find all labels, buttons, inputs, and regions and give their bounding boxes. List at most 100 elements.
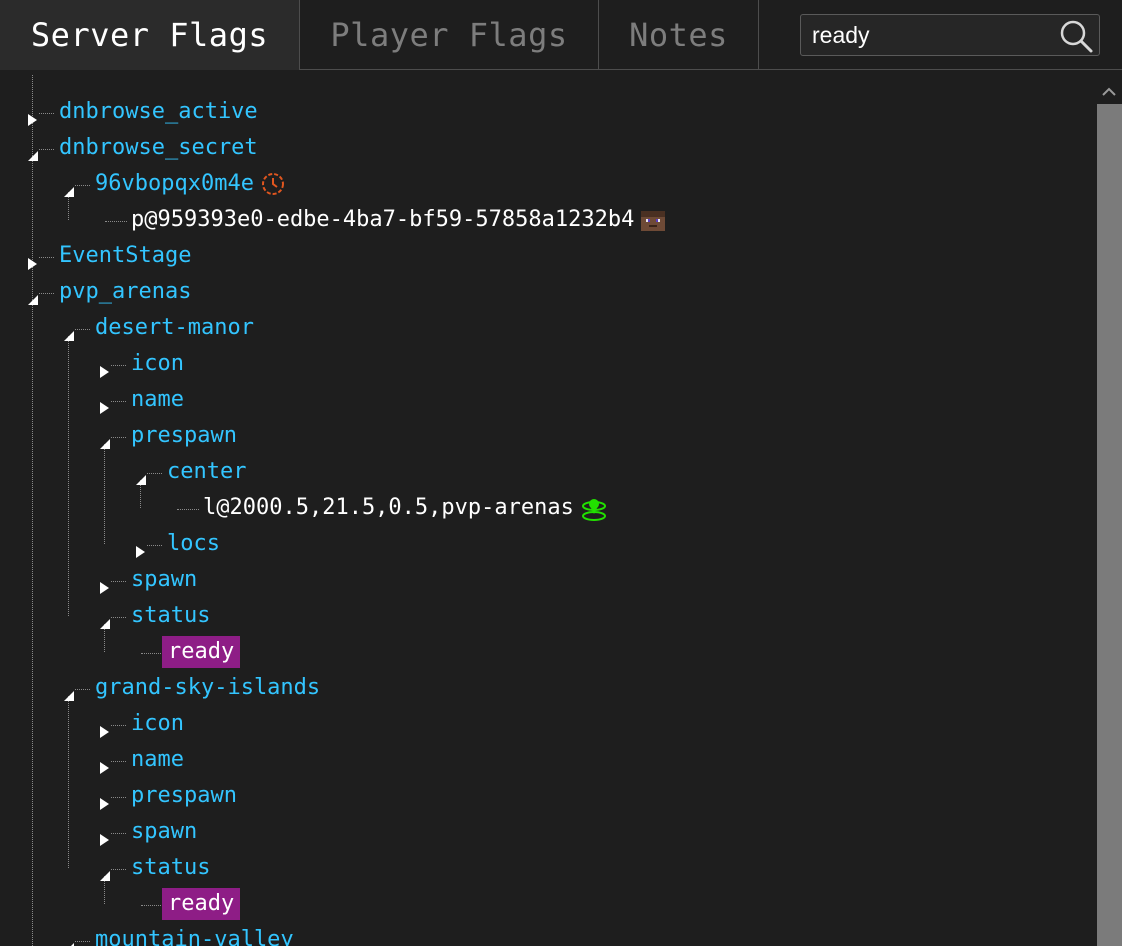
flag-key-label[interactable]: mountain-valley [95, 922, 294, 946]
collapsed-triangle-icon [28, 114, 37, 126]
flag-key-label[interactable]: 96vbopqx0m4e [95, 166, 254, 202]
tree-connector [39, 113, 54, 114]
tree-node: dnbrowse_active [0, 94, 1095, 130]
tree-value-row: ready [0, 886, 1095, 922]
tree-connector [147, 545, 162, 546]
scroll-up-button[interactable] [1096, 80, 1122, 104]
tree-value-row: p@959393e0-edbe-4ba7-bf59-57858a1232b4 [0, 202, 1095, 238]
flag-key-label[interactable]: center [167, 454, 246, 490]
tree-connector [111, 797, 126, 798]
tree-node: 96vbopqx0m4e [0, 166, 1095, 202]
collapsed-triangle-icon [100, 402, 109, 414]
expanded-triangle-icon [64, 691, 74, 701]
tab-server-flags[interactable]: Server Flags [0, 0, 300, 70]
tree-node: name [0, 742, 1095, 778]
tree-connector [75, 185, 90, 186]
collapsed-triangle-icon [100, 366, 109, 378]
tree-connector [75, 329, 90, 330]
collapsed-triangle-icon [100, 726, 109, 738]
expanded-triangle-icon [28, 151, 38, 161]
tree-connector [111, 365, 126, 366]
flag-key-label[interactable]: name [131, 742, 184, 778]
tree-connector [75, 941, 90, 942]
flag-key-label[interactable]: icon [131, 706, 184, 742]
tree-node: spawn [0, 814, 1095, 850]
expanded-triangle-icon [71, 943, 74, 946]
collapsed-triangle-icon [100, 798, 109, 810]
collapsed-triangle-icon [100, 762, 109, 774]
tree-node: icon [0, 706, 1095, 742]
tree-connector [111, 869, 126, 870]
flag-key-label[interactable]: EventStage [59, 238, 191, 274]
collapse-toggle-icon[interactable] [62, 932, 76, 946]
location-icon [581, 499, 606, 521]
tree-node: name [0, 382, 1095, 418]
tab-notes[interactable]: Notes [599, 0, 759, 70]
tree-node: prespawn [0, 418, 1095, 454]
tree-connector [39, 257, 54, 258]
tree-connector [111, 581, 126, 582]
flag-key-label[interactable]: prespawn [131, 778, 237, 814]
search-icon [1060, 20, 1093, 53]
tree-connector [111, 437, 126, 438]
tree-node: grand-sky-islands [0, 670, 1095, 706]
search-match-highlight[interactable]: ready [162, 636, 241, 668]
search-match-highlight[interactable]: ready [162, 888, 241, 920]
expanded-triangle-icon [100, 619, 110, 629]
flag-key-label[interactable]: prespawn [131, 418, 237, 454]
tree-connector [111, 401, 126, 402]
scrollbar-thumb[interactable] [1097, 104, 1122, 946]
player-head-icon [641, 211, 666, 231]
tree-connector [111, 761, 126, 762]
search-box [800, 14, 1100, 56]
tree-node: EventStage [0, 238, 1095, 274]
expanded-triangle-icon [136, 475, 146, 485]
flag-value-label: p@959393e0-edbe-4ba7-bf59-57858a1232b4 [131, 207, 635, 232]
tree-connector [105, 221, 127, 222]
flag-key-label[interactable]: status [131, 850, 210, 886]
collapsed-triangle-icon [136, 546, 145, 558]
search-input[interactable] [801, 15, 1051, 55]
flag-key-label[interactable]: spawn [131, 814, 197, 850]
tab-bar: Server Flags Player Flags Notes [0, 0, 1122, 70]
tree-connector [111, 725, 126, 726]
tree-connector [111, 617, 126, 618]
tree-node: pvp_arenas [0, 274, 1095, 310]
tree-value-row: ready [0, 634, 1095, 670]
expanded-triangle-icon [100, 439, 110, 449]
chevron-up-icon [1102, 87, 1116, 96]
expiry-clock-icon [261, 173, 284, 195]
flag-key-label[interactable]: dnbrowse_secret [59, 130, 258, 166]
expanded-triangle-icon [100, 871, 110, 881]
tree-node: status [0, 598, 1095, 634]
flag-key-label[interactable]: pvp_arenas [59, 274, 191, 310]
collapsed-triangle-icon [28, 258, 37, 270]
flag-key-label[interactable]: spawn [131, 562, 197, 598]
collapsed-triangle-icon [100, 834, 109, 846]
tree-node: desert-manor [0, 310, 1095, 346]
tab-player-flags[interactable]: Player Flags [300, 0, 599, 70]
tree-node: prespawn [0, 778, 1095, 814]
tree-connector [177, 509, 199, 510]
tree-node: spawn [0, 562, 1095, 598]
tree-connector [141, 653, 163, 654]
tree-node: icon [0, 346, 1095, 382]
tree-node: dnbrowse_secret [0, 130, 1095, 166]
flag-key-label[interactable]: icon [131, 346, 184, 382]
collapsed-triangle-icon [100, 582, 109, 594]
tree-connector [147, 473, 162, 474]
flag-key-label[interactable]: status [131, 598, 210, 634]
flag-key-label[interactable]: dnbrowse_active [59, 94, 258, 130]
flag-key-label[interactable]: name [131, 382, 184, 418]
flag-key-label[interactable]: grand-sky-islands [95, 670, 320, 706]
search-button[interactable] [1057, 17, 1095, 55]
tree-connector [39, 149, 54, 150]
tree-connector [111, 833, 126, 834]
flag-tree: dnbrowse_active dnbrowse_secret 96vbopqx0m… [0, 71, 1095, 946]
tree-connector [39, 293, 54, 294]
tree-node: mountain-valley [0, 922, 1095, 946]
flag-key-label[interactable]: locs [167, 526, 220, 562]
tree-node: center [0, 454, 1095, 490]
flag-value-label: l@2000.5,21.5,0.5,pvp-arenas [203, 495, 574, 520]
flag-key-label[interactable]: desert-manor [95, 310, 254, 346]
